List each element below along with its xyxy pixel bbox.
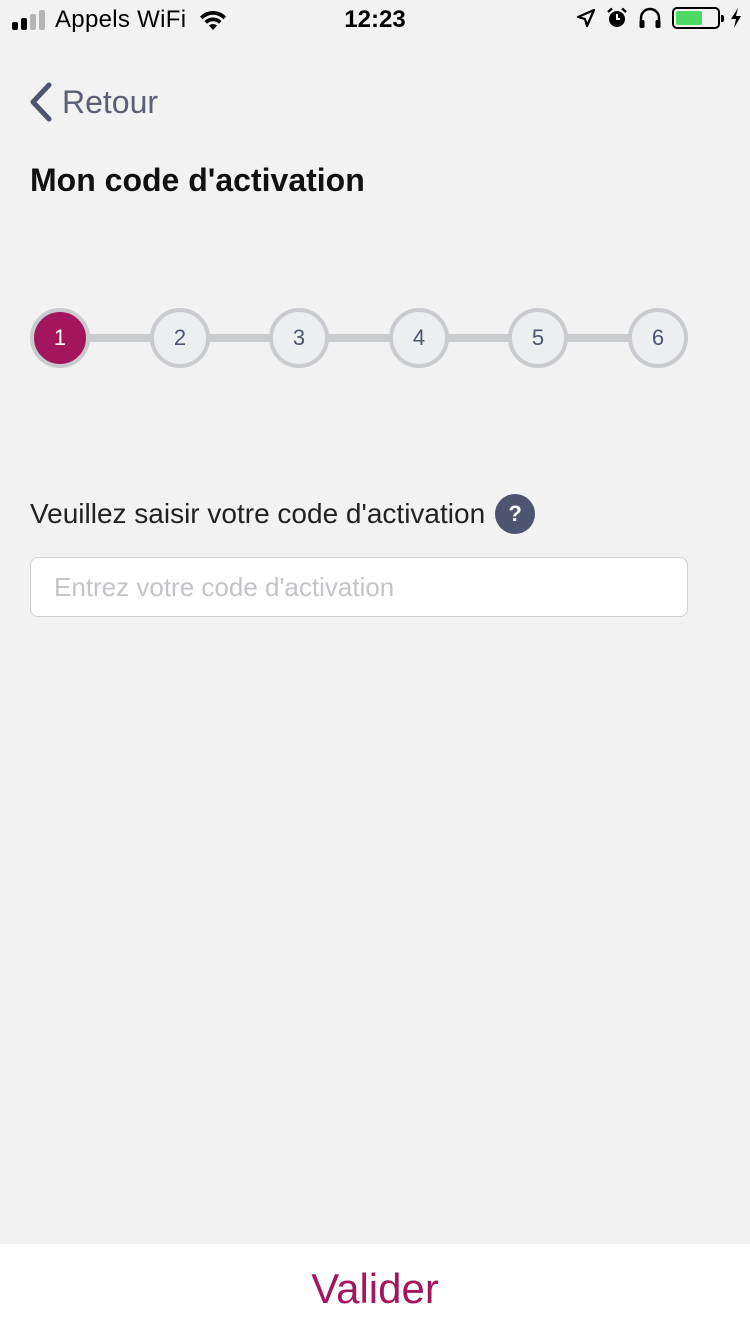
progress-stepper: 1 2 3 4 5 6 [30,308,690,368]
chevron-left-icon [30,82,52,122]
page-title: Mon code d'activation [30,162,365,198]
activation-prompt-label: Veuillez saisir votre code d'activation [30,498,486,529]
step-4: 4 [389,308,449,368]
help-icon[interactable]: ? [495,494,536,534]
step-2: 2 [150,308,210,368]
step-1: 1 [30,308,90,368]
battery-icon [672,7,724,29]
step-6: 6 [628,308,688,368]
back-button[interactable]: Retour [28,78,158,126]
status-right [576,7,742,29]
activation-prompt: Veuillez saisir votre code d'activation … [30,494,536,534]
status-bar: Appels WiFi 12:23 [0,0,750,40]
headphones-icon [639,7,661,28]
charging-icon [731,8,741,28]
battery-level [676,11,703,25]
back-label: Retour [62,83,159,120]
step-3: 3 [269,308,329,368]
activation-code-input[interactable] [30,557,688,617]
location-icon [576,8,596,28]
step-5: 5 [508,308,568,368]
alarm-icon [607,7,627,27]
submit-label: Valider [311,1265,439,1312]
submit-button[interactable]: Valider [0,1244,750,1334]
